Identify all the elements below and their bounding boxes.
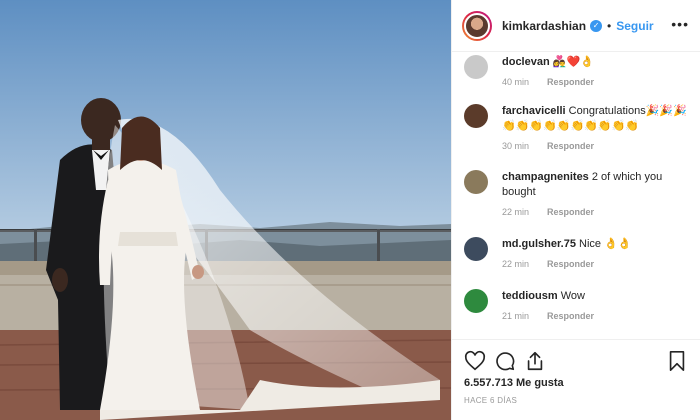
reply-button[interactable]: Responder — [547, 207, 594, 217]
post-header: kimkardashian ✓ • Seguir ••• — [452, 0, 700, 52]
post-photo[interactable] — [0, 0, 451, 420]
commenter-username[interactable]: doclevan — [502, 56, 550, 68]
comment-time: 22 min — [502, 207, 530, 217]
commenter-avatar[interactable] — [464, 289, 488, 313]
comment-time: 40 min — [502, 77, 530, 87]
comment-meta: 22 min Responder — [502, 205, 694, 220]
comment-time: 21 min — [502, 311, 530, 321]
comment-text: Nice 👌👌 — [579, 238, 632, 250]
comment-text: 👩‍❤️‍👨❤️👌 — [552, 56, 594, 68]
author-avatar[interactable] — [462, 10, 492, 41]
comment-time: 22 min — [502, 259, 530, 269]
commenter-avatar[interactable] — [464, 55, 488, 79]
share-icon[interactable] — [524, 350, 546, 372]
comment-text: Wow — [560, 290, 585, 302]
wedding-photo-illustration — [0, 0, 451, 420]
author-username[interactable]: kimkardashian — [502, 19, 586, 33]
follow-button[interactable]: Seguir — [616, 19, 653, 33]
post-side-panel: kimkardashian ✓ • Seguir ••• doclevan 👩‍… — [451, 0, 700, 420]
commenter-username[interactable]: md.gulsher.75 — [502, 238, 576, 250]
comment-item: md.gulsher.75 Nice 👌👌 22 min Responder — [464, 237, 694, 272]
reply-button[interactable]: Responder — [547, 77, 594, 87]
reply-button[interactable]: Responder — [547, 141, 594, 151]
more-options-icon[interactable]: ••• — [671, 16, 689, 32]
commenter-username[interactable]: teddiousm — [502, 290, 558, 302]
save-bookmark-icon[interactable] — [666, 350, 688, 372]
author-avatar-image — [464, 12, 490, 39]
comment-meta: 30 min Responder — [502, 139, 694, 154]
comment-meta: 40 min Responder — [502, 75, 594, 90]
post-actions: 6.557.713 Me gusta HACE 6 DÍAS — [452, 339, 700, 420]
comment-bubble-icon[interactable] — [494, 350, 516, 372]
commenter-username[interactable]: farchavicelli — [502, 105, 566, 117]
comment-item: doclevan 👩‍❤️‍👨❤️👌 40 min Responder — [464, 55, 694, 90]
reply-button[interactable]: Responder — [547, 259, 594, 269]
comment-body: md.gulsher.75 Nice 👌👌 22 min Responder — [502, 237, 632, 272]
commenter-username[interactable]: champagnenites — [502, 171, 589, 183]
comment-body: champagnenites 2 of which you bought 22 … — [502, 170, 694, 220]
reply-button[interactable]: Responder — [547, 311, 594, 321]
likes-count[interactable]: 6.557.713 Me gusta — [464, 377, 564, 389]
commenter-avatar[interactable] — [464, 170, 488, 194]
commenter-avatar[interactable] — [464, 237, 488, 261]
comment-body: doclevan 👩‍❤️‍👨❤️👌 40 min Responder — [502, 55, 594, 90]
comment-item: teddiousm Wow 21 min Responder — [464, 289, 694, 324]
verified-badge-icon: ✓ — [590, 19, 603, 32]
comment-meta: 22 min Responder — [502, 257, 632, 272]
comment-item: champagnenites 2 of which you bought 22 … — [464, 170, 694, 220]
post-date: HACE 6 DÍAS — [464, 396, 518, 405]
instagram-post: kimkardashian ✓ • Seguir ••• doclevan 👩‍… — [0, 0, 700, 420]
header-separator: • — [607, 18, 612, 33]
like-heart-icon[interactable] — [464, 350, 486, 372]
comment-meta: 21 min Responder — [502, 309, 594, 324]
comment-time: 30 min — [502, 141, 530, 151]
commenter-avatar[interactable] — [464, 104, 488, 128]
comment-item: farchavicelli Congratulations🎉🎉🎉 👏👏👏👏👏👏👏… — [464, 104, 694, 154]
comments-list[interactable]: doclevan 👩‍❤️‍👨❤️👌 40 min Responder farch… — [452, 52, 700, 339]
comment-body: farchavicelli Congratulations🎉🎉🎉 👏👏👏👏👏👏👏… — [502, 104, 694, 154]
comment-body: teddiousm Wow 21 min Responder — [502, 289, 594, 324]
